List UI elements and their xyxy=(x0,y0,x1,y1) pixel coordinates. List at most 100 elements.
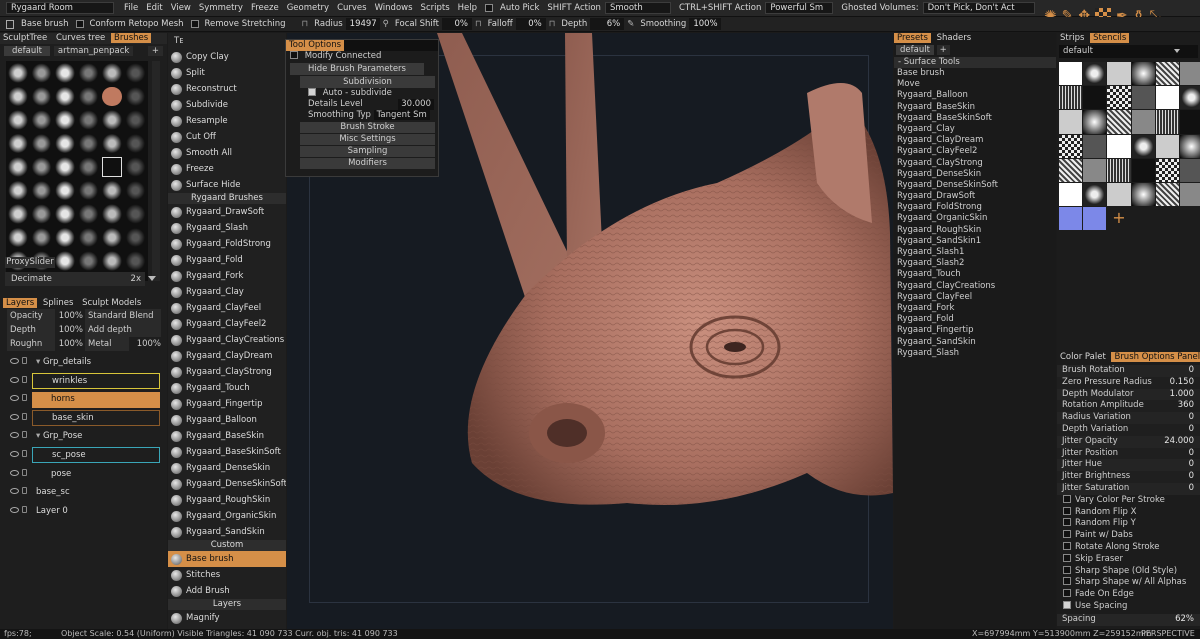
brush-alpha-thumbnail[interactable] xyxy=(125,133,145,153)
stencil-thumbnail[interactable] xyxy=(1059,207,1083,231)
spacing-row[interactable]: Spacing 62% xyxy=(1057,613,1200,626)
rygaard-item[interactable]: Rygaard_ClayStrong xyxy=(168,364,286,380)
layer-row[interactable]: Layer 0 xyxy=(0,502,167,521)
stencil-thumbnail[interactable] xyxy=(1083,158,1107,182)
tab-shaders[interactable]: Shaders xyxy=(934,33,975,43)
lock-icon[interactable]: ⊓ xyxy=(299,19,312,29)
brush-alpha-thumbnail[interactable] xyxy=(55,204,75,224)
eye-icon[interactable] xyxy=(10,450,19,457)
rygaard-item[interactable]: Rygaard_ClayDream xyxy=(168,348,286,364)
brush-param-value[interactable]: 0 xyxy=(1189,424,1194,436)
brush-option-toggle[interactable]: Fade On Edge xyxy=(1057,589,1200,601)
brush-alpha-thumbnail[interactable] xyxy=(31,133,51,153)
brush-alpha-thumbnail[interactable] xyxy=(55,157,75,177)
preset-item[interactable]: Rygaard_SandSkin1 xyxy=(894,236,1056,247)
preset-item[interactable]: Base brush xyxy=(894,68,1056,79)
preset-item[interactable]: Rygaard_Fold xyxy=(894,314,1056,325)
brush-alpha-thumbnail[interactable] xyxy=(78,180,98,200)
view-mode[interactable]: PERSPECTIVE xyxy=(1141,629,1195,639)
shift-action-dropdown[interactable]: Smooth xyxy=(604,2,671,14)
brush-param-row[interactable]: Jitter Saturation 0 xyxy=(1057,482,1200,495)
brush-alpha-thumbnail[interactable] xyxy=(125,157,145,177)
stencil-thumbnail[interactable] xyxy=(1107,182,1131,207)
lock-icon[interactable] xyxy=(22,357,27,364)
spacing-value[interactable]: 62% xyxy=(1175,614,1194,626)
section-sampling[interactable]: Sampling xyxy=(300,146,435,157)
brush-alpha-thumbnail[interactable] xyxy=(102,157,122,177)
brush-alpha-thumbnail[interactable] xyxy=(78,251,98,271)
rygaard-item[interactable]: Rygaard_ClayFeel2 xyxy=(168,316,286,332)
eye-icon[interactable] xyxy=(10,469,19,476)
stencil-thumbnail[interactable] xyxy=(1131,86,1155,110)
brush-alpha-thumbnail[interactable] xyxy=(125,227,145,247)
brush-param-row[interactable]: Depth Variation 0 xyxy=(1057,423,1200,436)
opacity-value[interactable]: 100% xyxy=(57,309,83,323)
brush-alpha-thumbnail[interactable] xyxy=(8,204,28,224)
brush-option-checkbox[interactable] xyxy=(1063,518,1071,527)
subtab-artman[interactable]: artman_penpack xyxy=(53,46,134,56)
menu-curves[interactable]: Curves xyxy=(333,3,371,13)
rygaard-item[interactable]: Rygaard_SandSkin xyxy=(168,524,286,540)
tab-splines[interactable]: Splines xyxy=(40,298,77,308)
lock-icon[interactable] xyxy=(22,487,27,495)
stencil-thumbnail[interactable] xyxy=(1107,134,1131,158)
brush-option-checkbox[interactable] xyxy=(1063,530,1071,539)
stencil-thumbnail[interactable] xyxy=(1107,62,1131,86)
brush-option-checkbox[interactable] xyxy=(1063,506,1071,515)
tab-brush-options[interactable]: Brush Options Panel xyxy=(1111,352,1200,362)
surface-tools-header[interactable]: - Surface Tools xyxy=(894,57,1056,68)
brush-param-value[interactable]: 1.000 xyxy=(1170,389,1194,401)
stencil-thumbnail[interactable] xyxy=(1131,62,1155,86)
eye-icon[interactable] xyxy=(10,432,19,439)
tool-item[interactable]: Copy Clay xyxy=(168,49,286,65)
preset-item[interactable]: Rygaard_Fingertip xyxy=(894,325,1056,336)
lock-icon[interactable] xyxy=(22,412,27,420)
menu-edit[interactable]: Edit xyxy=(142,3,166,13)
tab-presets[interactable]: Presets xyxy=(894,33,931,43)
hide-brush-parameters-button[interactable]: Hide Brush Parameters xyxy=(290,63,424,75)
tool-item[interactable]: Reconstruct xyxy=(168,81,286,97)
tab-layers[interactable]: Layers xyxy=(3,298,38,308)
preset-item[interactable]: Rygaard_BaseSkinSoft xyxy=(894,113,1056,124)
ghosted-volumes-dropdown[interactable]: Don't Pick, Don't Act xyxy=(922,2,1035,14)
tool-item[interactable]: Split xyxy=(168,65,286,81)
rygaard-item[interactable]: Rygaard_DrawSoft xyxy=(168,204,286,220)
details-level-field[interactable]: 30.000 xyxy=(398,99,434,110)
subdivision-section[interactable]: Subdivision xyxy=(300,76,435,88)
smoothing-field[interactable]: 100% xyxy=(689,18,722,30)
brush-alpha-thumbnail[interactable] xyxy=(55,251,75,271)
eye-icon[interactable] xyxy=(10,506,19,513)
brush-param-value[interactable]: 0 xyxy=(1189,448,1194,460)
brush-param-row[interactable]: Zero Pressure Radius 0.150 xyxy=(1057,376,1200,389)
stencil-thumbnail[interactable] xyxy=(1131,158,1155,182)
lock-icon[interactable] xyxy=(22,505,27,513)
brush-option-toggle[interactable]: Random Flip X xyxy=(1057,506,1200,519)
focal-shift-field[interactable]: 0% xyxy=(441,18,472,30)
stencil-thumbnail[interactable] xyxy=(1155,86,1179,110)
tab-sculpttree[interactable]: SculptTree xyxy=(0,33,50,43)
modify-connected-checkbox[interactable] xyxy=(290,51,298,59)
brush-param-row[interactable]: Brush Rotation 0 xyxy=(1057,365,1200,377)
metal-value[interactable]: 100% xyxy=(131,337,161,351)
brush-alpha-thumbnail[interactable] xyxy=(8,133,28,153)
presets-add-button[interactable]: + xyxy=(936,45,950,55)
lock-icon[interactable] xyxy=(22,468,27,476)
brush-alpha-thumbnail[interactable] xyxy=(125,63,145,83)
eye-icon[interactable] xyxy=(10,488,19,495)
brush-alpha-thumbnail[interactable] xyxy=(55,110,75,130)
preset-item[interactable]: Rygaard_Slash2 xyxy=(894,258,1056,269)
brush-param-value[interactable]: 24.000 xyxy=(1164,436,1194,448)
brush-option-toggle[interactable]: Sharp Shape (Old Style) xyxy=(1057,565,1200,578)
roughness-value[interactable]: 100% xyxy=(57,337,83,351)
rygaard-item[interactable]: Rygaard_FoldStrong xyxy=(168,236,286,252)
layer-row[interactable]: pose xyxy=(0,465,167,484)
preset-item[interactable]: Rygaard_RoughSkin xyxy=(894,225,1056,236)
tool-item[interactable]: Cut Off xyxy=(168,129,286,145)
layer-row[interactable]: base_sc xyxy=(0,483,167,502)
brush-option-toggle[interactable]: Sharp Shape w/ All Alphas xyxy=(1057,577,1200,589)
brush-param-row[interactable]: Depth Modulator 1.000 xyxy=(1057,388,1200,401)
section-brush-stroke[interactable]: Brush Stroke xyxy=(300,122,435,133)
preset-item[interactable]: Rygaard_ClayDream xyxy=(894,135,1056,146)
brush-alpha-thumbnail[interactable] xyxy=(55,227,75,247)
stencil-thumbnail[interactable] xyxy=(1059,62,1083,86)
